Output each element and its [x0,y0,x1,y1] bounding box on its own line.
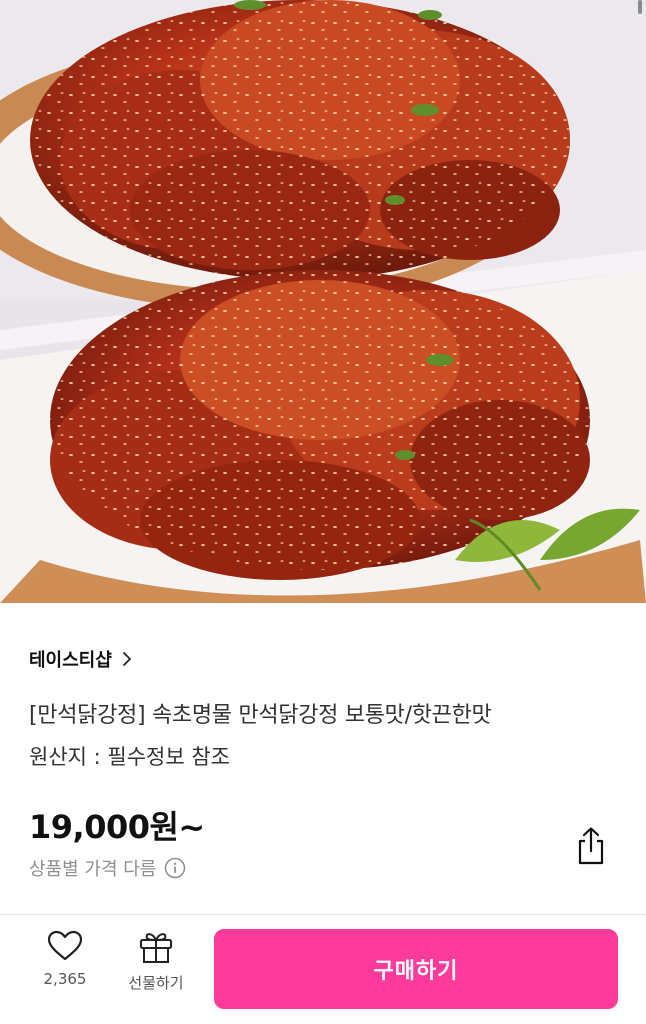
product-image[interactable] [0,0,646,603]
product-title: [만석닭강정] 속초명물 만석닭강정 보통맛/핫끈한맛 [29,703,492,728]
store-name: 테이스티샵 [29,650,112,671]
like-button[interactable]: 2,365 [30,930,100,1014]
heart-icon [47,930,83,961]
share-icon [578,827,604,865]
gift-icon [140,933,172,963]
like-count: 2,365 [43,970,87,988]
gift-button[interactable]: 선물하기 [120,930,192,1014]
origin-info: 원산지 : 필수정보 참조 [29,745,230,769]
info-icon[interactable] [164,857,186,879]
buy-button[interactable]: 구매하기 [214,929,618,1009]
gift-label: 선물하기 [128,974,184,992]
bottom-bar-divider [0,914,646,915]
scrollbar[interactable] [638,0,642,14]
chevron-right-icon [122,652,131,666]
product-price: 19,000원~ [29,808,205,846]
price-note-label: 상품별 가격 다름 [29,859,157,880]
price-note: 상품별 가격 다름 [29,855,186,881]
share-button[interactable] [571,824,611,868]
fried-chicken-photo [0,0,646,603]
store-link[interactable]: 테이스티샵 [29,645,134,673]
